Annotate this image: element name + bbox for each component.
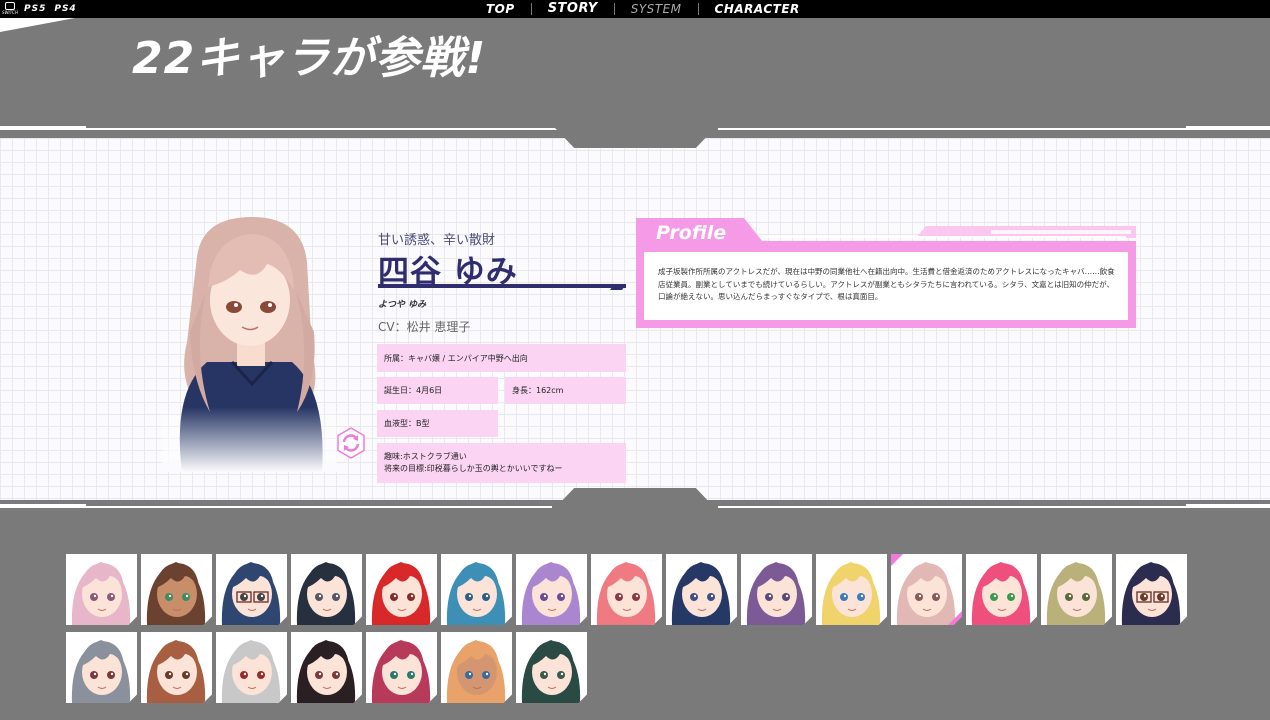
nav-character[interactable]: CHARACTER <box>699 3 816 15</box>
divider-line <box>1186 126 1270 130</box>
birthday-field: 誕生日：4月6日 <box>377 377 498 404</box>
corner-decoration <box>0 18 75 32</box>
goal-text: 将来の目標:印税暮らしか玉の輿とかいいですねー <box>384 464 563 473</box>
divider-line <box>86 128 566 130</box>
platform-logos: SWITCH PS5 PS4 <box>2 2 77 16</box>
voice-actor: CV：松井 恵理子 <box>378 320 471 334</box>
nav-system[interactable]: SYSTEM <box>615 3 699 15</box>
divider-line <box>718 506 1186 508</box>
character-thumbnail[interactable] <box>516 554 587 625</box>
character-thumbnail[interactable] <box>366 554 437 625</box>
character-thumbnail[interactable] <box>291 554 362 625</box>
divider-line <box>86 506 552 508</box>
page-title: 22キャラが参戦! <box>132 33 487 84</box>
panel-notch-bottom <box>555 488 715 508</box>
affiliation-field: 所属：キャバ嬢 / エンパイア中野へ出向 <box>377 344 626 372</box>
hobby-goal-field: 趣味:ホストクラブ通い 将来の目標:印税暮らしか玉の輿とかいいですねー <box>377 443 626 483</box>
hobby-text: 趣味:ホストクラブ通い <box>384 452 467 461</box>
character-thumbnail[interactable] <box>816 554 887 625</box>
character-thumbnail[interactable] <box>966 554 1037 625</box>
character-portrait <box>162 212 337 472</box>
ps5-logo: PS5 <box>24 4 47 14</box>
blood-type-field: 血液型：B型 <box>377 410 498 437</box>
divider-line <box>718 128 1186 130</box>
panel-notch-top <box>555 128 715 148</box>
character-thumbnail[interactable] <box>216 632 287 703</box>
character-thumbnail[interactable] <box>441 554 512 625</box>
character-thumbnail[interactable] <box>216 554 287 625</box>
character-reading: よつや ゆみ <box>378 300 427 310</box>
divider-line <box>1186 504 1270 508</box>
character-thumbnail[interactable] <box>141 554 212 625</box>
switch-logo-icon: SWITCH <box>2 2 18 16</box>
ps4-logo: PS4 <box>54 4 77 14</box>
character-thumbnail[interactable] <box>1116 554 1187 625</box>
character-thumbnail[interactable] <box>666 554 737 625</box>
character-thumbnail[interactable] <box>591 554 662 625</box>
character-thumbnail[interactable] <box>366 632 437 703</box>
height-field: 身長：162cm <box>505 377 626 404</box>
divider-line <box>0 504 86 508</box>
character-thumbnail[interactable] <box>441 632 512 703</box>
nav-top[interactable]: TOP <box>470 3 532 15</box>
character-thumbnail[interactable] <box>516 632 587 703</box>
nav-story[interactable]: STORY <box>532 2 615 15</box>
name-underline <box>378 284 626 290</box>
profile-text: 成子坂製作所所属のアクトレスだが、現在は中野の同業他社へ在籍出向中。生活費と借金… <box>658 267 1115 301</box>
character-thumbnail[interactable] <box>891 554 962 625</box>
main-nav: TOP STORY SYSTEM CHARACTER <box>470 0 816 18</box>
character-thumbnail[interactable] <box>291 632 362 703</box>
character-thumbnail[interactable] <box>141 632 212 703</box>
character-thumbnail[interactable] <box>66 632 137 703</box>
refresh-icon <box>337 427 365 459</box>
divider-line <box>0 126 86 130</box>
character-thumbnail[interactable] <box>741 554 812 625</box>
top-bar: SWITCH PS5 PS4 TOP STORY SYSTEM CHARACTE… <box>0 0 1270 18</box>
profile-label: Profile <box>656 222 727 244</box>
character-thumbnail[interactable] <box>66 554 137 625</box>
refresh-button[interactable] <box>334 426 368 460</box>
character-thumbnail[interactable] <box>1041 554 1112 625</box>
